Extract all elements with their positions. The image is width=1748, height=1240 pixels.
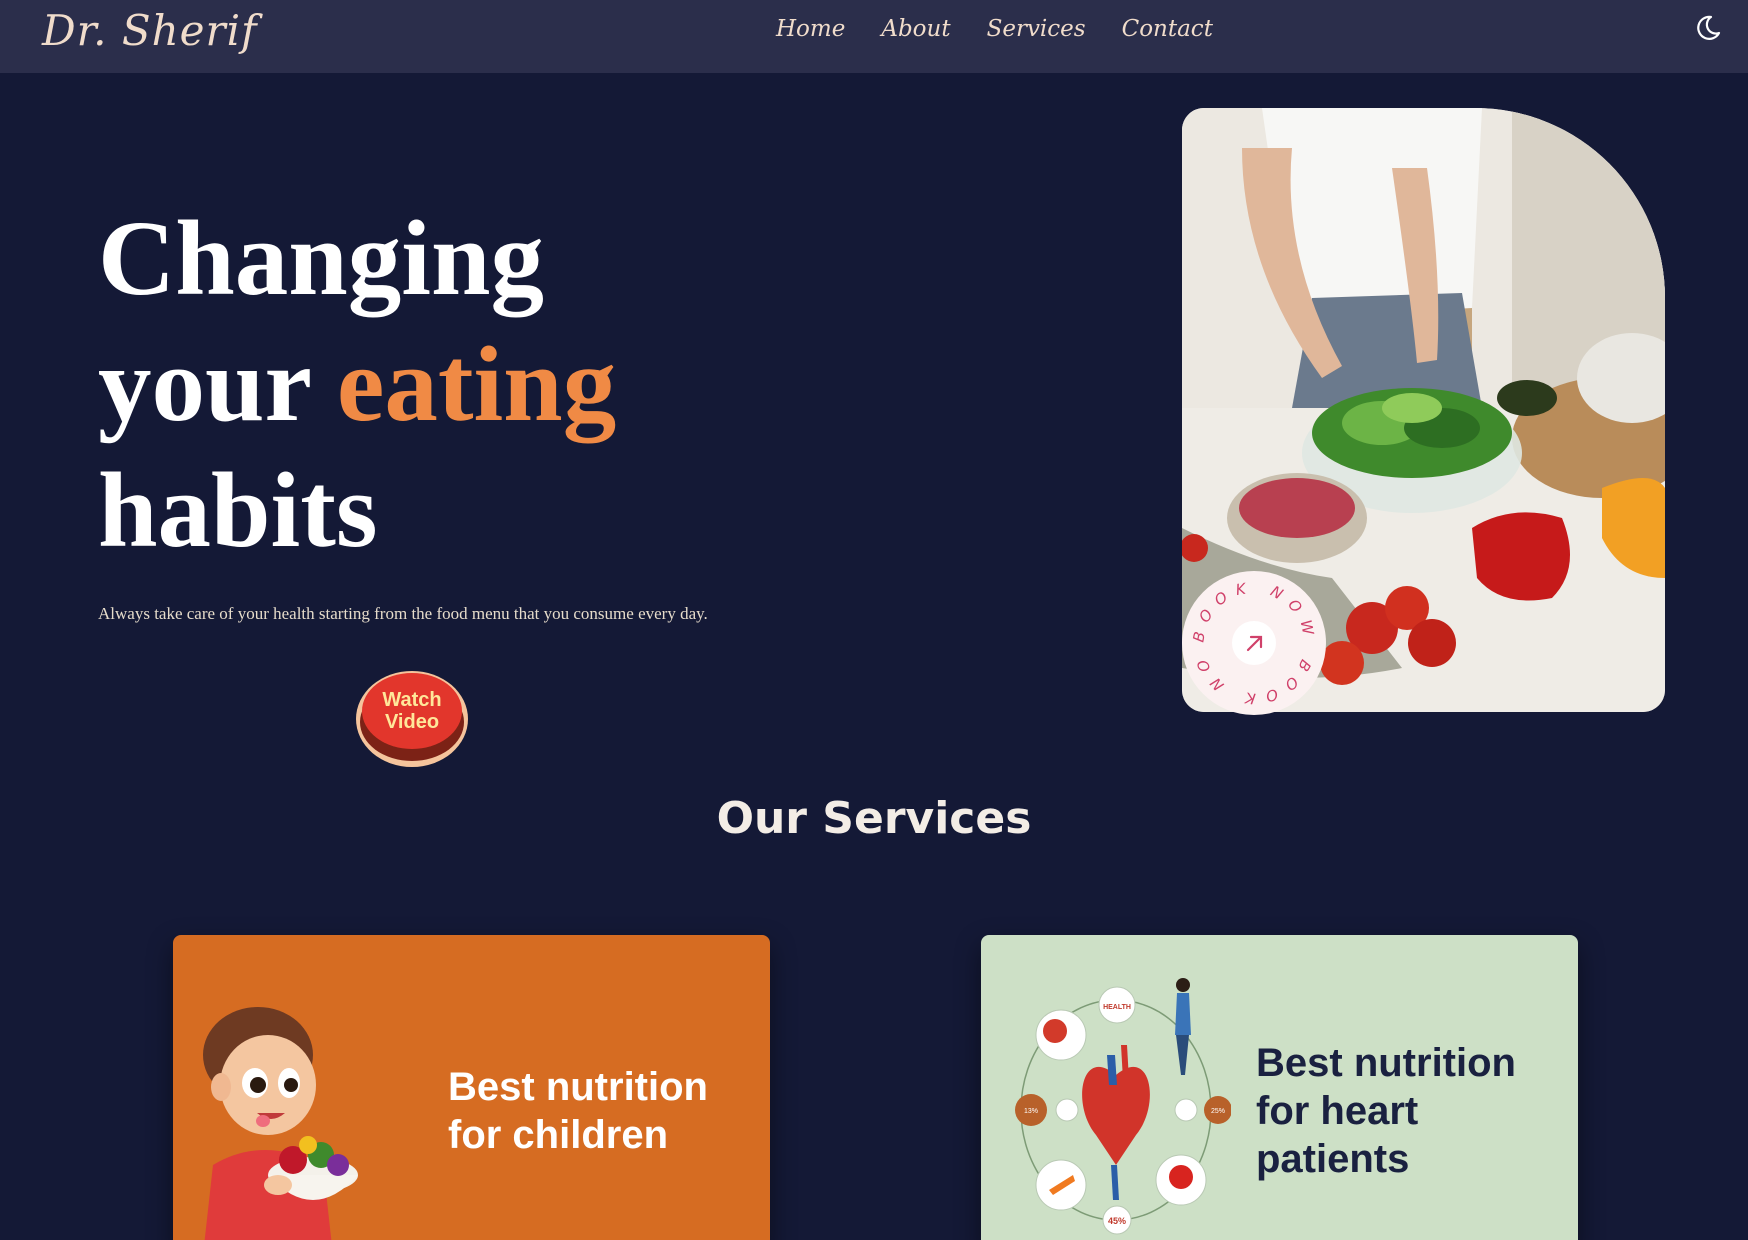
hero-title-line2-plain: your <box>98 326 311 444</box>
infographic-label-25: 25% <box>1211 1108 1225 1115</box>
card-title-children: Best nutrition for children <box>448 1065 708 1157</box>
infographic-label-45: 45% <box>1108 1216 1126 1226</box>
watch-video-button[interactable]: Watch Video <box>356 671 468 767</box>
service-card-children[interactable]: Best nutrition for children <box>173 935 770 1240</box>
watch-label-line1: Watch <box>382 689 442 711</box>
infographic-label-13: 13% <box>1024 1108 1038 1115</box>
book-now-badge[interactable]: BOOK NOW BOOK NOW <box>1170 557 1326 715</box>
hero-title-line1: Changing <box>98 200 545 318</box>
hero-subtitle: Always take care of your health starting… <box>98 604 708 623</box>
nav-link-contact[interactable]: Contact <box>1122 16 1213 42</box>
watch-label-line2: Video <box>384 711 440 733</box>
site-logo[interactable]: Dr. Sherif <box>42 6 258 55</box>
watch-button-face: Watch Video <box>362 673 462 749</box>
services-heading: Our Services <box>716 793 1032 844</box>
service-card-heart[interactable]: HEALTH 13% 25% 45% Best nutrition for he… <box>981 935 1578 1240</box>
nav-link-services[interactable]: Services <box>987 16 1086 42</box>
hero-title-line3: habits <box>98 452 378 570</box>
nav-links: Home About Services Contact <box>776 16 1213 42</box>
moon-icon[interactable] <box>1694 14 1722 42</box>
nav-link-home[interactable]: Home <box>776 16 845 42</box>
nav-link-about[interactable]: About <box>881 16 950 42</box>
navbar: Dr. Sherif Home About Services Contact <box>0 0 1748 73</box>
heart-health-infographic: HEALTH 13% 25% 45% <box>1011 975 1232 1239</box>
infographic-label-health: HEALTH <box>1103 1004 1131 1011</box>
card-title-heart: Best nutrition for heart patients <box>1256 1041 1516 1181</box>
hero-title-accent: eating <box>336 326 617 444</box>
child-with-fruit-bowl-illustration <box>193 995 383 1240</box>
hero-title: Changing your eating habits <box>98 196 616 574</box>
watch-button-label: Watch Video <box>382 689 441 733</box>
